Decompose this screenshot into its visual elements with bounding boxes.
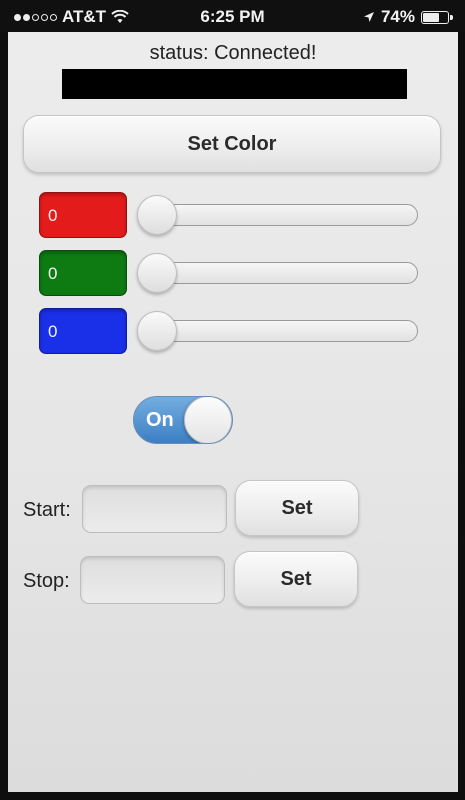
red-value-field[interactable]: 0 bbox=[39, 192, 127, 238]
stop-set-button[interactable]: Set bbox=[234, 551, 358, 607]
blue-value-field[interactable]: 0 bbox=[39, 308, 127, 354]
battery-group: 74% bbox=[363, 7, 453, 27]
toggle-on-label: On bbox=[146, 409, 174, 431]
battery-percent: 74% bbox=[380, 7, 415, 26]
status-display-bar bbox=[62, 69, 407, 99]
green-slider-track[interactable] bbox=[143, 262, 418, 284]
toggle-knob[interactable] bbox=[184, 397, 232, 443]
set-color-button[interactable]: Set Color bbox=[23, 115, 441, 173]
stop-label: Stop: bbox=[23, 570, 70, 592]
app-screen: status: Connected! Set Color 0 0 0 On St… bbox=[8, 32, 458, 792]
connection-status: status: Connected! bbox=[149, 42, 317, 64]
ios-status-bar: AT&T 6:25 PM 74% bbox=[0, 0, 465, 32]
blue-slider-track[interactable] bbox=[143, 320, 418, 342]
power-toggle[interactable]: On bbox=[133, 396, 233, 444]
stop-time-input[interactable] bbox=[80, 556, 225, 604]
red-slider-thumb[interactable] bbox=[137, 195, 177, 235]
start-label: Start: bbox=[23, 499, 71, 521]
battery-icon bbox=[421, 10, 453, 24]
green-slider-thumb[interactable] bbox=[137, 253, 177, 293]
start-set-button[interactable]: Set bbox=[235, 480, 359, 536]
blue-slider-thumb[interactable] bbox=[137, 311, 177, 351]
location-arrow-icon bbox=[363, 12, 374, 22]
green-value-field[interactable]: 0 bbox=[39, 250, 127, 296]
red-slider-track[interactable] bbox=[143, 204, 418, 226]
start-time-input[interactable] bbox=[82, 485, 227, 533]
